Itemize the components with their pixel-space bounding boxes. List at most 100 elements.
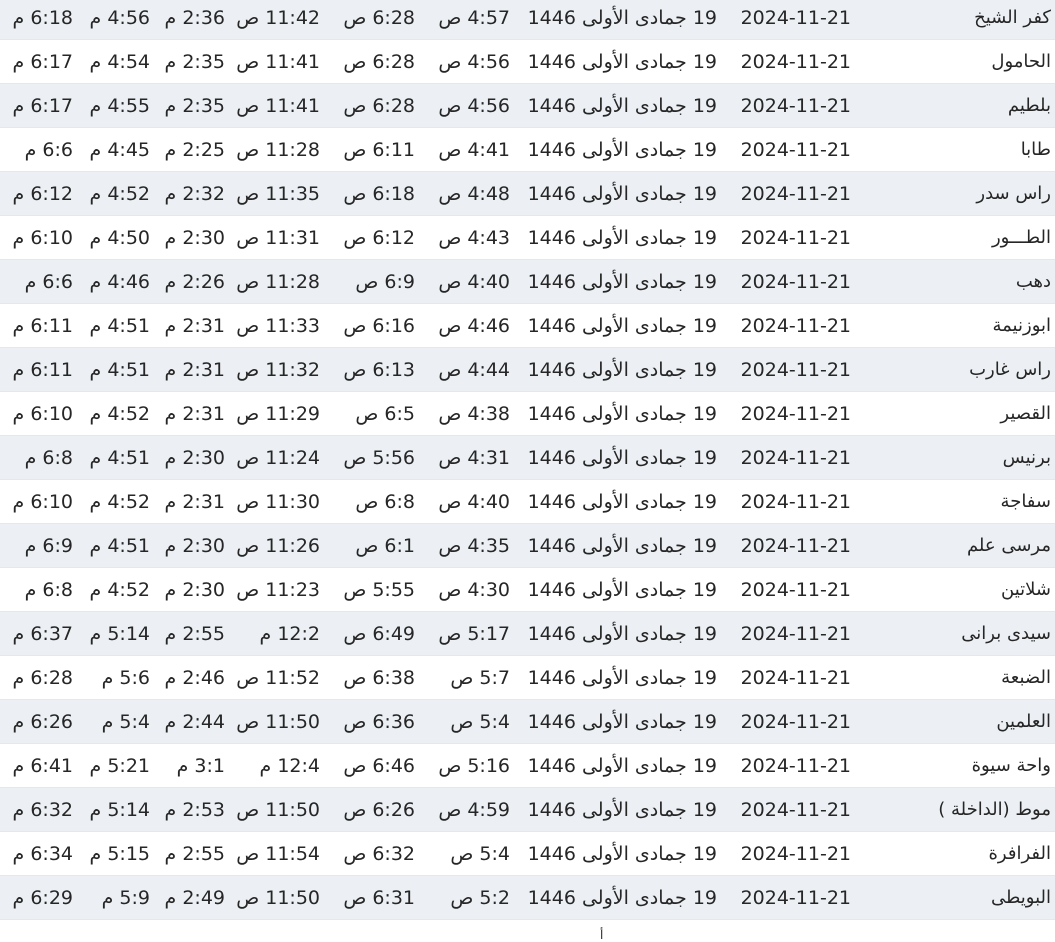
maghrib-time-cell: 5:4 م xyxy=(101,711,150,733)
gregorian-date-cell: 2024-11-21 xyxy=(740,271,851,293)
gregorian-date-cell: 2024-11-21 xyxy=(740,51,851,73)
asr-time-cell: 2:35 م xyxy=(164,95,225,117)
fajr-time-cell: 4:46 ص xyxy=(438,315,510,337)
city-name-cell: طابا xyxy=(1020,139,1051,160)
hijri-date-cell: 19 جمادى الأولى 1446 xyxy=(527,667,717,689)
fajr-time-cell: 4:43 ص xyxy=(438,227,510,249)
sunrise-time-cell: 5:56 ص xyxy=(343,447,415,469)
maghrib-time-cell: 4:52 م xyxy=(89,491,150,513)
table-row: راس سدر 2024-11-21 19 جمادى الأولى 1446 4:4… xyxy=(0,172,1055,216)
dhuhr-time-cell: 11:32 ص xyxy=(236,359,320,381)
isha-time-cell: 6:9 م xyxy=(24,535,73,557)
isha-time-cell: 6:8 م xyxy=(24,579,73,601)
isha-time-cell: 6:6 م xyxy=(24,271,73,293)
city-name-cell: موط (الداخلة ) xyxy=(938,799,1051,820)
hijri-date-cell: 19 جمادى الأولى 1446 xyxy=(527,315,717,337)
table-row: الفرافرة 2024-11-21 19 جمادى الأولى 1446 5:… xyxy=(0,832,1055,876)
dhuhr-time-cell: 12:2 م xyxy=(259,623,320,645)
hijri-date-cell: 19 جمادى الأولى 1446 xyxy=(527,7,717,29)
gregorian-date-cell: 2024-11-21 xyxy=(740,183,851,205)
sunrise-time-cell: 6:28 ص xyxy=(343,7,415,29)
asr-time-cell: 2:55 م xyxy=(164,623,225,645)
sunrise-time-cell: 6:28 ص xyxy=(343,95,415,117)
hijri-date-cell: 19 جمادى الأولى 1446 xyxy=(527,359,717,381)
gregorian-date-cell: 2024-11-21 xyxy=(740,315,851,337)
maghrib-time-cell: 5:6 م xyxy=(101,667,150,689)
asr-time-cell: 2:31 م xyxy=(164,315,225,337)
table-row: بلطيم 2024-11-21 19 جمادى الأولى 1446 4:56 … xyxy=(0,84,1055,128)
table-row: طابا 2024-11-21 19 جمادى الأولى 1446 4:41 ص… xyxy=(0,128,1055,172)
fajr-time-cell: 4:57 ص xyxy=(438,7,510,29)
dhuhr-time-cell: 11:24 ص xyxy=(236,447,320,469)
asr-time-cell: 2:30 م xyxy=(164,227,225,249)
maghrib-time-cell: 4:51 م xyxy=(89,535,150,557)
isha-time-cell: 6:29 م xyxy=(12,887,73,909)
table-row: البويطى 2024-11-21 19 جمادى الأولى 1446 5:2… xyxy=(0,876,1055,920)
sunrise-time-cell: 6:46 ص xyxy=(343,755,415,777)
isha-time-cell: 6:10 م xyxy=(12,227,73,249)
sunrise-time-cell: 6:36 ص xyxy=(343,711,415,733)
asr-time-cell: 2:32 م xyxy=(164,183,225,205)
gregorian-date-cell: 2024-11-21 xyxy=(740,755,851,777)
hijri-date-cell: 19 جمادى الأولى 1446 xyxy=(527,227,717,249)
asr-time-cell: 2:44 م xyxy=(164,711,225,733)
dhuhr-time-cell: 11:41 ص xyxy=(236,51,320,73)
maghrib-time-cell: 4:51 م xyxy=(89,359,150,381)
fajr-time-cell: 5:4 ص xyxy=(450,711,510,733)
table-row: سفاجة 2024-11-21 19 جمادى الأولى 1446 4:40 … xyxy=(0,480,1055,524)
city-name-cell: برنيس xyxy=(1002,447,1051,468)
fajr-time-cell: 4:40 ص xyxy=(438,271,510,293)
hijri-date-cell: 19 جمادى الأولى 1446 xyxy=(527,139,717,161)
dhuhr-time-cell: 11:30 ص xyxy=(236,491,320,513)
city-name-cell: ابوزنيمة xyxy=(992,315,1052,336)
table-row: برنيس 2024-11-21 19 جمادى الأولى 1446 4:31 … xyxy=(0,436,1055,480)
hijri-date-cell: 19 جمادى الأولى 1446 xyxy=(527,535,717,557)
table-row: واحة سيوة 2024-11-21 19 جمادى الأولى 1446 5… xyxy=(0,744,1055,788)
sunrise-time-cell: 6:13 ص xyxy=(343,359,415,381)
fajr-time-cell: 4:40 ص xyxy=(438,491,510,513)
hijri-date-cell: 19 جمادى الأولى 1446 xyxy=(527,95,717,117)
fajr-time-cell: 4:35 ص xyxy=(438,535,510,557)
dhuhr-time-cell: 11:29 ص xyxy=(236,403,320,425)
city-name-cell: كفر الشيخ xyxy=(974,7,1051,28)
fajr-time-cell: 4:31 ص xyxy=(438,447,510,469)
gregorian-date-cell: 2024-11-21 xyxy=(740,843,851,865)
asr-time-cell: 2:46 م xyxy=(164,667,225,689)
sunrise-time-cell: 6:8 ص xyxy=(355,491,415,513)
maghrib-time-cell: 5:21 م xyxy=(89,755,150,777)
fajr-time-cell: 4:38 ص xyxy=(438,403,510,425)
table-row: دهب 2024-11-21 19 جمادى الأولى 1446 4:40 ص 6… xyxy=(0,260,1055,304)
hijri-date-cell: 19 جمادى الأولى 1446 xyxy=(527,579,717,601)
city-name-cell: سفاجة xyxy=(1000,491,1051,512)
gregorian-date-cell: 2024-11-21 xyxy=(740,139,851,161)
hijri-date-cell: 19 جمادى الأولى 1446 xyxy=(527,403,717,425)
asr-time-cell: 2:30 م xyxy=(164,535,225,557)
asr-time-cell: 2:25 م xyxy=(164,139,225,161)
hijri-date-cell: 19 جمادى الأولى 1446 xyxy=(527,755,717,777)
isha-time-cell: 6:41 م xyxy=(12,755,73,777)
sunrise-time-cell: 6:49 ص xyxy=(343,623,415,645)
maghrib-time-cell: 4:54 م xyxy=(89,51,150,73)
dhuhr-time-cell: 11:33 ص xyxy=(236,315,320,337)
asr-time-cell: 2:31 م xyxy=(164,359,225,381)
fajr-time-cell: 4:59 ص xyxy=(438,799,510,821)
fajr-time-cell: 5:4 ص xyxy=(450,843,510,865)
city-name-cell: واحة سيوة xyxy=(971,755,1051,776)
asr-time-cell: 2:53 م xyxy=(164,799,225,821)
maghrib-time-cell: 5:9 م xyxy=(101,887,150,909)
sunrise-time-cell: 6:31 ص xyxy=(343,887,415,909)
fajr-time-cell: 4:30 ص xyxy=(438,579,510,601)
isha-time-cell: 6:17 م xyxy=(12,95,73,117)
dhuhr-time-cell: 11:28 ص xyxy=(236,139,320,161)
dhuhr-time-cell: 11:42 ص xyxy=(236,7,320,29)
asr-time-cell: 2:26 م xyxy=(164,271,225,293)
city-name-cell: الحامول xyxy=(991,51,1051,72)
table-row: موط (الداخلة ) 2024-11-21 19 جمادى الأولى … xyxy=(0,788,1055,832)
gregorian-date-cell: 2024-11-21 xyxy=(740,227,851,249)
isha-time-cell: 6:11 م xyxy=(12,315,73,337)
gregorian-date-cell: 2024-11-21 xyxy=(740,7,851,29)
table-row: الضبعة 2024-11-21 19 جمادى الأولى 1446 5:7 … xyxy=(0,656,1055,700)
gregorian-date-cell: 2024-11-21 xyxy=(740,491,851,513)
isha-time-cell: 6:8 م xyxy=(24,447,73,469)
hijri-date-cell: 19 جمادى الأولى 1446 xyxy=(527,843,717,865)
